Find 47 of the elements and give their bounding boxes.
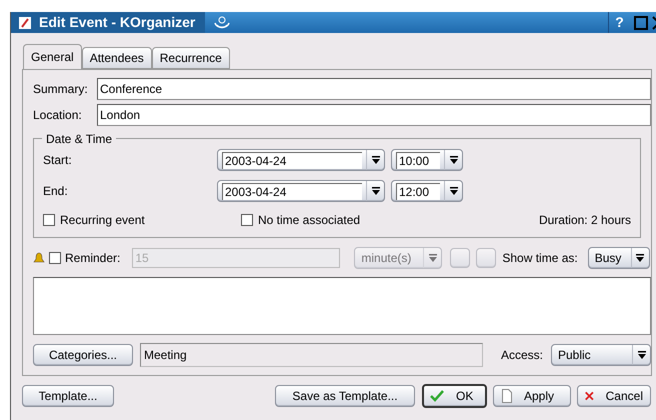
checkbox[interactable] [43, 214, 55, 226]
edit-icon [19, 16, 31, 28]
show-time-combo[interactable]: Busy [588, 247, 650, 269]
dropdown-arrow-icon [372, 156, 380, 164]
save-template-button[interactable]: Save as Template... [275, 385, 415, 407]
duration-text: Duration: 2 hours [538, 212, 631, 229]
reminder-label: Reminder: [65, 250, 120, 267]
window-title: Edit Event - KOrganizer [39, 13, 196, 32]
field-label: End: [43, 183, 69, 200]
tab[interactable]: General [23, 44, 82, 69]
bell-icon [33, 252, 45, 264]
apply-button[interactable]: Apply [493, 385, 571, 407]
date-combo[interactable]: 2003-04-24 [217, 149, 385, 171]
document-icon [502, 389, 512, 403]
dropdown-arrow-icon [636, 254, 644, 262]
field-label: Start: [43, 152, 73, 169]
time-combo[interactable]: 10:00 [391, 149, 463, 171]
maximize-icon[interactable] [634, 16, 648, 30]
checkmark-icon [430, 390, 444, 402]
show-time-label: Show time as: [502, 250, 578, 267]
template-button[interactable]: Template... [22, 385, 114, 407]
description-field[interactable] [33, 277, 651, 335]
checkbox-label: Recurring event [60, 212, 145, 229]
access-combo[interactable]: Public [551, 344, 651, 366]
ok-button[interactable]: OK [422, 384, 487, 408]
access-label: Access: [500, 347, 543, 364]
categories-button[interactable]: Categories... [33, 344, 133, 366]
help-button[interactable]: ? [608, 12, 630, 33]
summary-field[interactable]: Conference [97, 78, 651, 100]
field-label: Location: [33, 107, 83, 124]
field-label: Summary: [33, 81, 89, 98]
checkbox-label: No time associated [258, 212, 360, 229]
dropdown-arrow-icon [428, 254, 437, 262]
dropdown-arrow-icon [450, 156, 458, 164]
tab[interactable]: Recurrence [152, 47, 230, 69]
dropdown-arrow-icon [638, 350, 646, 360]
categories-field[interactable]: Meeting [140, 343, 483, 367]
swirl-icon [213, 14, 232, 30]
dropdown-arrow-icon [450, 186, 458, 196]
dropdown-arrow-icon [372, 186, 380, 196]
checkbox[interactable] [241, 214, 253, 226]
date-combo[interactable]: 2003-04-24 [217, 180, 385, 202]
tab[interactable]: Attendees [82, 47, 152, 69]
cancel-button[interactable]: Cancel [577, 385, 651, 407]
close-icon [585, 390, 594, 402]
time-combo[interactable]: 12:00 [391, 180, 463, 202]
location-field[interactable]: London [97, 104, 651, 126]
